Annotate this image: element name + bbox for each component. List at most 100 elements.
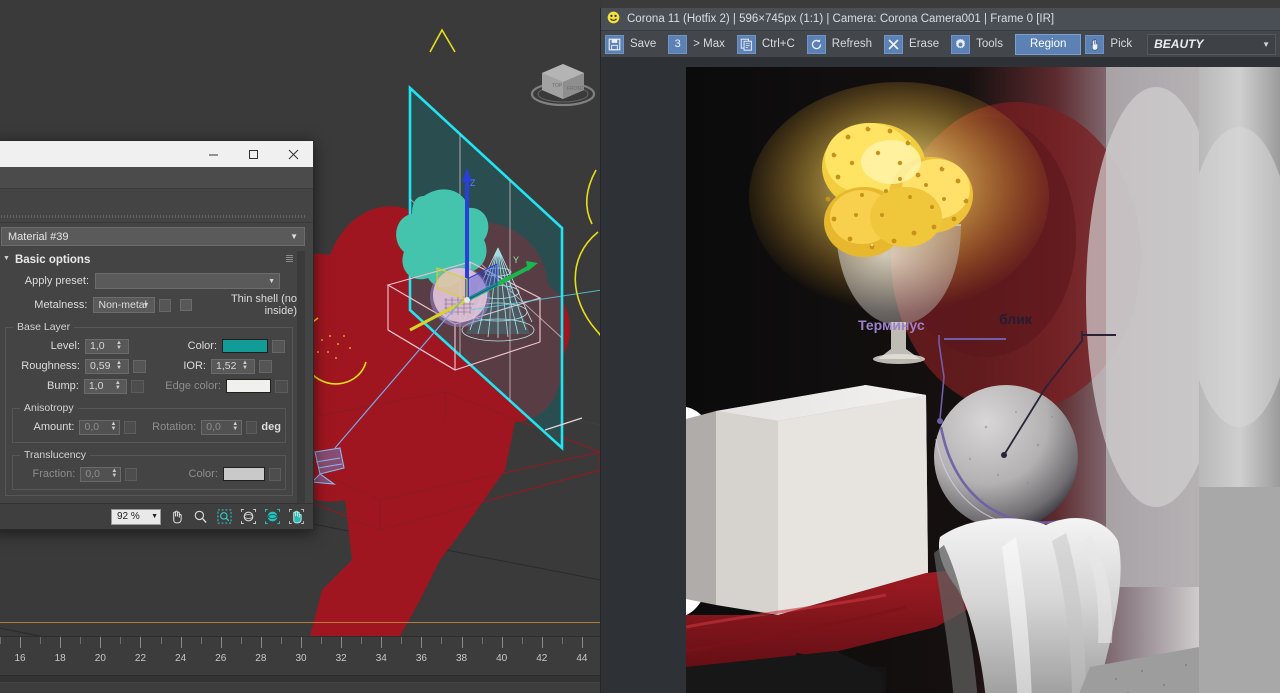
base-color-swatch[interactable] bbox=[222, 339, 268, 353]
vfb-erase-button[interactable]: Erase bbox=[882, 33, 949, 56]
timeline-tick bbox=[581, 637, 583, 648]
row-metalness: Metalness: Non-metal ▼ Thin shell (no in… bbox=[1, 293, 297, 317]
corona-vfb-window[interactable]: Corona 11 (Hotfix 2) | 596×745px (1:1) |… bbox=[600, 8, 1280, 693]
timeline-tick bbox=[20, 637, 22, 648]
anisotropy-rotation-map-button[interactable] bbox=[245, 420, 258, 434]
vfb-copy-button[interactable]: Ctrl+C bbox=[735, 33, 805, 56]
roughness-map-button[interactable] bbox=[133, 359, 146, 373]
apply-preset-select[interactable]: ▼ bbox=[95, 273, 280, 289]
vfb-copy-label: Ctrl+C bbox=[761, 38, 795, 50]
material-name-field[interactable]: Material #39 ▼ bbox=[1, 227, 305, 246]
material-editor-dialog[interactable]: Material #39 ▼ ▼ Basic options Apply pre… bbox=[0, 140, 314, 530]
ior-spinner[interactable]: 1,52 ▲ ▼ bbox=[211, 358, 255, 374]
close-button[interactable] bbox=[273, 141, 313, 167]
hand-icon[interactable] bbox=[167, 508, 185, 526]
orbit-icon[interactable] bbox=[239, 508, 257, 526]
render-pass-value: BEAUTY bbox=[1154, 37, 1204, 51]
timeline-tick-label: 38 bbox=[455, 653, 468, 664]
hand-pointer-icon bbox=[1085, 34, 1105, 54]
vfb-pick-label: Pick bbox=[1110, 38, 1133, 50]
dialog-menubar[interactable] bbox=[0, 167, 313, 189]
amount-label: Amount: bbox=[33, 421, 75, 433]
spinner-arrows-icon[interactable]: ▲ ▼ bbox=[115, 380, 121, 391]
vfb-erase-label: Erase bbox=[909, 38, 940, 50]
material-params-scroll[interactable]: ▼ Basic options Apply preset: ▼ Metalnes… bbox=[1, 251, 305, 529]
timeline-tick bbox=[220, 637, 222, 648]
spinner-arrows-icon[interactable]: ▲ ▼ bbox=[111, 468, 117, 479]
spinner-arrows-icon[interactable]: ▲ ▼ bbox=[242, 360, 248, 371]
ior-map-button[interactable] bbox=[259, 359, 272, 373]
zoom-level-select[interactable]: 92 % ▼ bbox=[111, 508, 161, 525]
group-translucency: Translucency Fraction: 0,0 ▲ ▼ Color: bbox=[12, 449, 286, 490]
anisotropy-amount-spinner[interactable]: 0,0 ▲ ▼ bbox=[79, 419, 120, 435]
translucency-color-map-button[interactable] bbox=[268, 467, 282, 481]
scrollbar-thumb[interactable] bbox=[298, 253, 304, 373]
orbit-selected-icon[interactable] bbox=[263, 508, 281, 526]
row-roughness: Roughness: 0,59 ▲ ▼ IOR: 1,52 ▲ ▼ bbox=[10, 356, 288, 376]
spinner-arrows-icon[interactable]: ▲ ▼ bbox=[110, 421, 116, 432]
timeline-tick bbox=[301, 637, 302, 648]
vfb-titlebar[interactable]: Corona 11 (Hotfix 2) | 596×745px (1:1) |… bbox=[601, 8, 1280, 30]
zoom-region-icon[interactable] bbox=[215, 508, 233, 526]
thin-shell-label: Thin shell (no inside) bbox=[230, 293, 297, 317]
edge-color-map-button[interactable] bbox=[275, 379, 288, 393]
anisotropy-rotation-spinner[interactable]: 0,0 ▲ ▼ bbox=[201, 419, 242, 435]
timeline-track[interactable] bbox=[0, 675, 602, 683]
fraction-label: Fraction: bbox=[32, 468, 76, 480]
vfb-canvas[interactable]: Терминус блик bbox=[601, 57, 1280, 693]
metalness-value: Non-metal bbox=[98, 299, 147, 311]
vfb-refresh-button[interactable]: Refresh bbox=[805, 33, 882, 56]
metalness-select[interactable]: Non-metal ▼ bbox=[93, 297, 155, 313]
translucency-color-swatch[interactable] bbox=[222, 467, 265, 481]
vfb-to-max-button[interactable]: 3 > Max bbox=[666, 33, 735, 56]
timeline-tick bbox=[361, 637, 363, 644]
roughness-spinner[interactable]: 0,59 ▲ ▼ bbox=[85, 358, 129, 374]
spinner-arrows-icon[interactable]: ▲ ▼ bbox=[232, 421, 238, 432]
vfb-tools-button[interactable]: Tools bbox=[949, 33, 1013, 56]
vfb-save-button[interactable]: Save bbox=[603, 33, 666, 56]
vfb-pick-button[interactable]: Pick bbox=[1083, 33, 1142, 56]
rotation-label: Rotation: bbox=[152, 421, 197, 433]
minimize-button[interactable] bbox=[193, 141, 233, 167]
chevron-down-icon: ▼ bbox=[290, 232, 298, 241]
magnifier-icon[interactable] bbox=[191, 508, 209, 526]
spinner-arrows-icon[interactable]: ▲ ▼ bbox=[116, 360, 122, 371]
timeline-tick bbox=[341, 637, 343, 648]
level-spinner[interactable]: 1,0 ▲ ▼ bbox=[85, 338, 129, 354]
render-pass-select[interactable]: BEAUTY ▼ bbox=[1147, 33, 1276, 55]
row-bump: Bump: 1,0 ▲ ▼ Edge color: bbox=[10, 376, 288, 396]
translucency-fraction-map-button[interactable] bbox=[125, 467, 138, 481]
edge-color-swatch[interactable] bbox=[225, 379, 272, 393]
anisotropy-amount-map-button[interactable] bbox=[123, 420, 136, 434]
dialog-bottom-toolbar[interactable]: 92 % ▼ bbox=[0, 503, 313, 529]
bump-spinner[interactable]: 1,0 ▲ ▼ bbox=[83, 378, 128, 394]
timeline[interactable]: 16 18 20 22 24 26 28 30 32 34 36 38 40 42 44 bbox=[0, 636, 602, 693]
base-color-map-button[interactable] bbox=[272, 339, 285, 353]
base-layer-title: Base Layer bbox=[13, 321, 75, 333]
thin-shell-checkbox[interactable] bbox=[180, 299, 193, 311]
maximize-button[interactable] bbox=[233, 141, 273, 167]
spinner-arrows-icon[interactable]: ▲ ▼ bbox=[116, 340, 122, 351]
rollout-basic-options[interactable]: ▼ Basic options bbox=[1, 251, 297, 268]
vfb-toolbar[interactable]: Save 3 > Max Ctrl+C Refresh Erase Tools … bbox=[601, 30, 1280, 57]
dialog-toolbar[interactable] bbox=[0, 189, 313, 223]
apply-preset-label: Apply preset: bbox=[24, 275, 89, 287]
maximize-viewport-icon[interactable] bbox=[287, 508, 305, 526]
timeline-tick bbox=[180, 637, 182, 648]
svg-text:FRONT: FRONT bbox=[567, 86, 584, 92]
dialog-titlebar[interactable] bbox=[0, 141, 313, 167]
timeline-tick bbox=[521, 637, 523, 644]
translucency-fraction-spinner[interactable]: 0,0 ▲ ▼ bbox=[80, 466, 122, 482]
vfb-region-button[interactable]: Region bbox=[1014, 33, 1082, 55]
rollout-basic-options-label: Basic options bbox=[14, 253, 91, 266]
color-label: Color: bbox=[187, 340, 217, 352]
corona-smiley-icon bbox=[607, 11, 620, 27]
vfb-save-label: Save bbox=[630, 38, 657, 50]
view-cube[interactable]: TOP FRONT bbox=[530, 56, 596, 108]
timeline-ruler[interactable]: 16 18 20 22 24 26 28 30 32 34 36 38 40 42 44 bbox=[0, 637, 602, 675]
params-scrollbar[interactable] bbox=[297, 251, 305, 529]
chevron-down-icon: ▼ bbox=[151, 513, 158, 520]
bump-map-button[interactable] bbox=[131, 379, 145, 393]
metalness-map-button[interactable] bbox=[158, 298, 172, 312]
rendered-image[interactable]: Терминус блик bbox=[686, 67, 1199, 693]
